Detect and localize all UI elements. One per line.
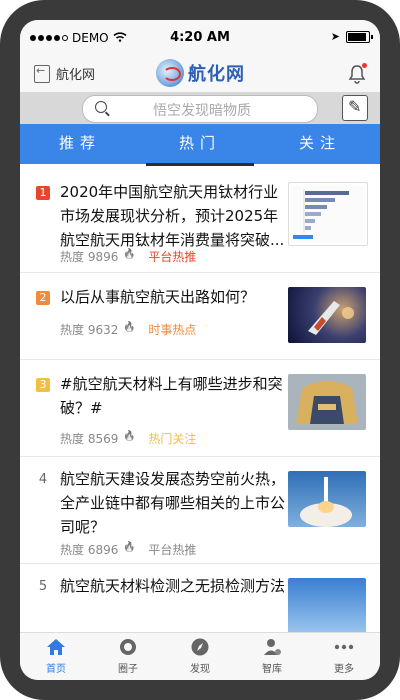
item-tag: 时事热点 (148, 323, 197, 337)
tab-discover[interactable]: 发现 (164, 633, 236, 680)
fire-icon (123, 544, 132, 555)
search-row: 悟空发现暗物质 (20, 92, 380, 124)
app-logo: 航化网 (156, 59, 245, 87)
bottom-tab-bar: 首页 圈子 发现 智库 更多 (20, 632, 380, 680)
item-meta: 热度 9632 时事热点 (60, 321, 196, 338)
item-tag: 平台热推 (148, 543, 197, 557)
fire-icon (123, 324, 132, 335)
sky-image (288, 578, 366, 632)
person-icon (264, 639, 281, 655)
fire-icon (123, 251, 132, 262)
back-label: 航化网 (56, 68, 96, 83)
home-icon (47, 639, 65, 655)
notification-button[interactable] (348, 63, 367, 84)
tab-label: 首页 (46, 664, 66, 675)
item-meta: 热度 8569 热门关注 (60, 430, 196, 447)
fire-icon (123, 433, 132, 444)
rank-badge: 3 (36, 378, 50, 392)
item-meta: 热度 9896 平台热推 (60, 248, 196, 265)
heat-label: 热度 (60, 323, 85, 337)
battery-icon (346, 30, 373, 43)
space-shuttle-image (288, 287, 366, 343)
heat-value: 8569 (87, 431, 119, 446)
search-icon (95, 101, 107, 113)
back-icon (34, 64, 50, 83)
location-icon: ➤ (330, 30, 340, 43)
top-tabs: 推荐 热门 关注 (20, 124, 380, 166)
tab-label: 更多 (334, 664, 354, 675)
rank-number: 4 (38, 472, 48, 487)
tab-recommend[interactable]: 推荐 (20, 124, 140, 164)
status-bar: DEMO 4:20 AM ➤ (20, 20, 380, 56)
list-item[interactable]: 5 航空航天材料检测之无损检测方法 (20, 564, 380, 632)
compass-icon (191, 638, 209, 656)
tab-label: 智库 (262, 664, 282, 675)
item-meta: 热度 6896 平台热推 (60, 541, 196, 558)
tab-home[interactable]: 首页 (20, 633, 92, 680)
heat-label: 热度 (60, 543, 85, 557)
list-item[interactable]: 4 航空航天建设发展态势空前火热，全产业链中都有哪些相关的上市公司呢？ 热度 6… (20, 457, 380, 564)
more-icon (334, 644, 354, 650)
nav-bar: 航化网 航化网 (20, 56, 380, 93)
heat-value: 6896 (87, 542, 119, 557)
item-title: #航空航天材料上有哪些进步和突破？# (60, 375, 283, 417)
search-placeholder: 悟空发现暗物质 (153, 103, 251, 119)
back-button[interactable]: 航化网 (34, 64, 95, 83)
logo-icon (156, 59, 184, 87)
compose-button[interactable] (342, 95, 368, 121)
rank-number: 5 (38, 579, 48, 594)
circle-icon (120, 639, 136, 655)
tab-follow[interactable]: 关注 (260, 124, 380, 164)
rocket-launch-image (288, 471, 366, 527)
tab-circle[interactable]: 圈子 (92, 633, 164, 680)
notification-dot (362, 63, 367, 68)
aircraft-fuselage-image (288, 374, 366, 430)
item-title: 2020年中国航空航天用钛材行业市场发展现状分析，预计2025年航空航天用钛材年… (60, 183, 285, 249)
tab-label: 发现 (190, 664, 210, 675)
feed-list: 1 2020年中国航空航天用钛材行业市场发展现状分析，预计2025年航空航天用钛… (20, 166, 380, 632)
item-title: 航空航天材料检测之无损检测方法 (60, 577, 286, 595)
item-title: 航空航天建设发展态势空前火热，全产业链中都有哪些相关的上市公司呢？ (60, 470, 286, 536)
heat-label: 热度 (60, 250, 85, 264)
phone-frame: DEMO 4:20 AM ➤ 航化网 航化网 (0, 0, 400, 700)
search-input[interactable]: 悟空发现暗物质 (82, 95, 318, 123)
status-time: 4:20 AM (170, 30, 230, 45)
status-right: ➤ (330, 30, 373, 43)
tab-label: 圈子 (118, 664, 138, 675)
rank-badge: 1 (36, 186, 50, 200)
chart-image (288, 182, 368, 246)
logo-text: 航化网 (188, 64, 245, 85)
phone-screen: DEMO 4:20 AM ➤ 航化网 航化网 (20, 20, 380, 680)
rank-badge: 2 (36, 291, 50, 305)
tab-think-tank[interactable]: 智库 (236, 633, 308, 680)
heat-label: 热度 (60, 432, 85, 446)
list-item[interactable]: 3 #航空航天材料上有哪些进步和突破？# 热度 8569 热门关注 (20, 360, 380, 457)
heat-value: 9896 (87, 249, 119, 264)
item-tag: 平台热推 (148, 250, 197, 264)
item-tag: 热门关注 (148, 432, 197, 446)
item-title: 以后从事航空航天出路如何？ (60, 288, 256, 306)
list-item[interactable]: 1 2020年中国航空航天用钛材行业市场发展现状分析，预计2025年航空航天用钛… (20, 166, 380, 273)
list-item[interactable]: 2 以后从事航空航天出路如何？ 热度 9632 时事热点 (20, 273, 380, 360)
tab-more[interactable]: 更多 (308, 633, 380, 680)
tab-hot[interactable]: 热门 (140, 124, 260, 166)
heat-value: 9632 (87, 322, 119, 337)
